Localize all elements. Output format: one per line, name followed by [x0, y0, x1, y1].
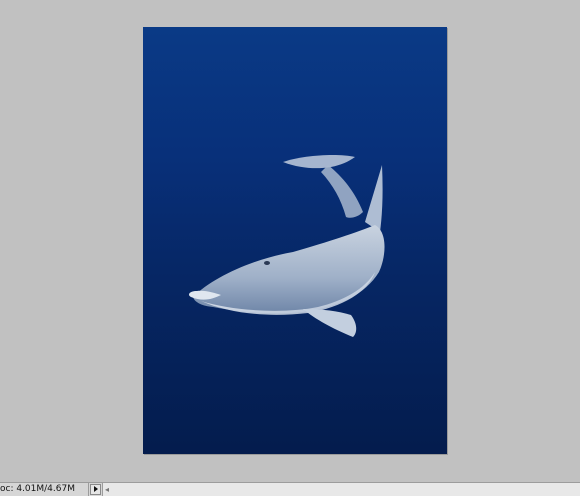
horizontal-scrollbar[interactable]: ◂ — [102, 483, 580, 496]
document-canvas[interactable] — [143, 27, 447, 454]
status-bar: oc: 4.01M/4.67M ◂ — [0, 482, 580, 496]
scroll-left-icon[interactable]: ◂ — [105, 485, 109, 494]
document-size-readout: oc: 4.01M/4.67M — [0, 483, 89, 496]
status-menu-arrow-icon[interactable] — [90, 484, 101, 495]
workspace — [0, 0, 580, 482]
dolphin-image — [189, 154, 385, 337]
